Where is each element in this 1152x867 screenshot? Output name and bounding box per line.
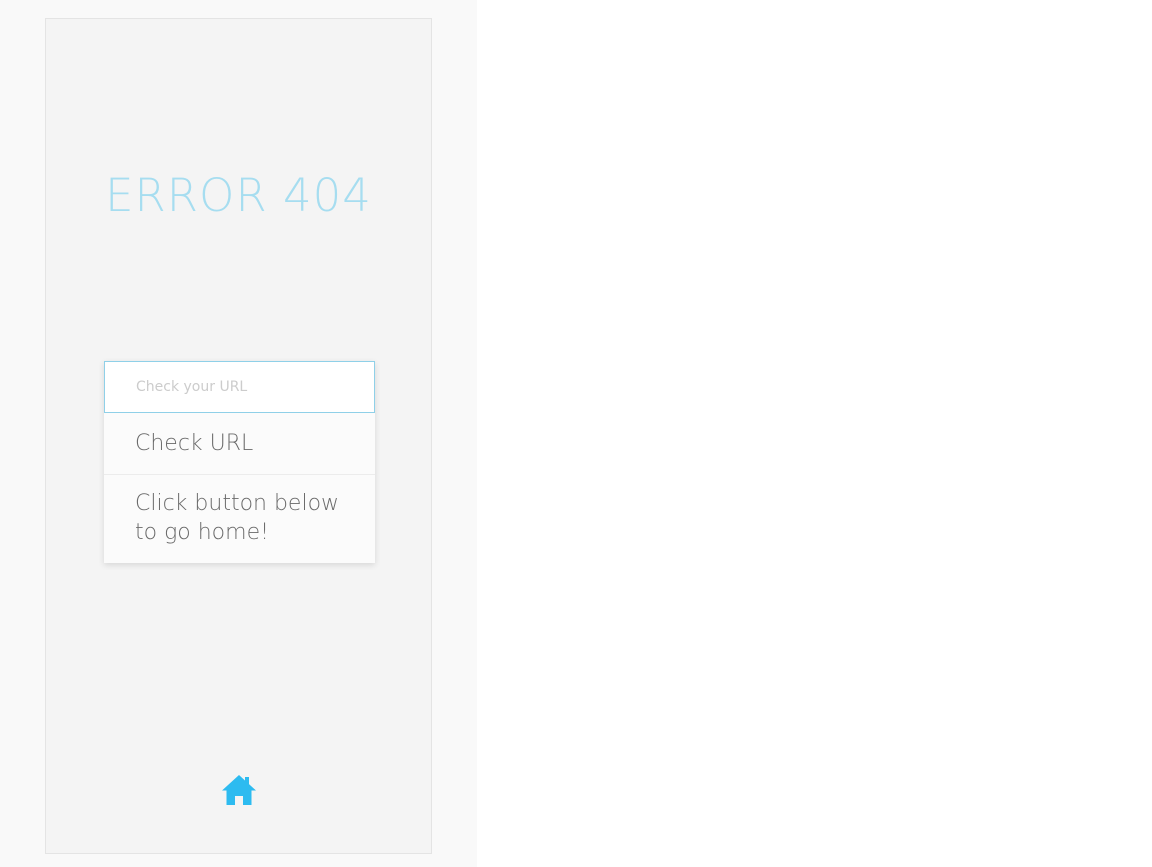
- home-icon: [222, 775, 256, 805]
- home-button[interactable]: [221, 774, 257, 806]
- url-input[interactable]: [104, 361, 375, 413]
- error-card: ERROR 404 Check URL Click button below t…: [45, 18, 432, 854]
- left-panel: ERROR 404 Check URL Click button below t…: [0, 0, 477, 867]
- url-check-menu: Check URL Click button below to go home!: [104, 361, 375, 563]
- check-url-button[interactable]: Check URL: [104, 413, 375, 475]
- home-hint-text: Click button below to go home!: [135, 491, 340, 545]
- error-title: ERROR 404: [105, 169, 372, 222]
